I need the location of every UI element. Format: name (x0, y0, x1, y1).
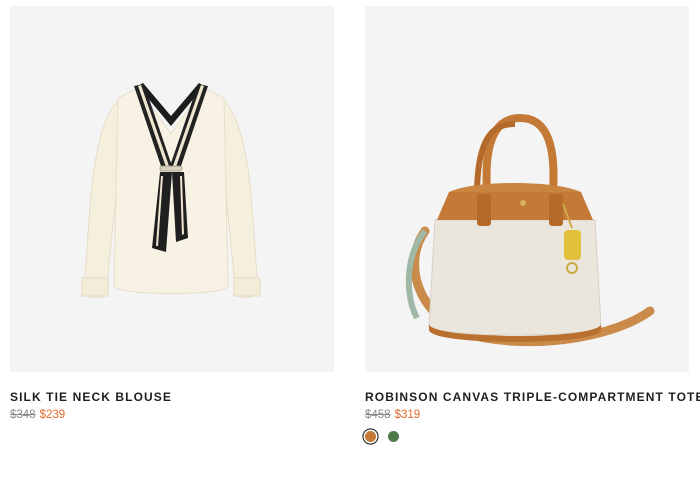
tote-bag-image (405, 113, 655, 346)
blouse-image (81, 83, 261, 299)
price-row: $348 $239 (10, 409, 334, 421)
product-card-tote[interactable]: ROBINSON CANVAS TRIPLE-COMPARTMENT TOTE … (365, 6, 700, 442)
product-card-blouse[interactable]: SILK TIE NECK BLOUSE $348 $239 (10, 6, 334, 421)
product-image-blouse[interactable] (10, 6, 334, 372)
color-swatches (365, 431, 689, 442)
product-image-tote[interactable] (365, 6, 689, 372)
product-title[interactable]: ROBINSON CANVAS TRIPLE-COMPARTMENT TOTE (365, 390, 700, 404)
sale-price: $319 (394, 409, 421, 421)
swatch-green[interactable] (388, 431, 399, 442)
original-price: $348 (10, 409, 36, 421)
product-title[interactable]: SILK TIE NECK BLOUSE (10, 390, 334, 404)
swatch-tan[interactable] (365, 431, 376, 442)
sale-price: $239 (39, 409, 66, 421)
original-price: $458 (365, 409, 391, 421)
price-row: $458 $319 (365, 409, 689, 421)
